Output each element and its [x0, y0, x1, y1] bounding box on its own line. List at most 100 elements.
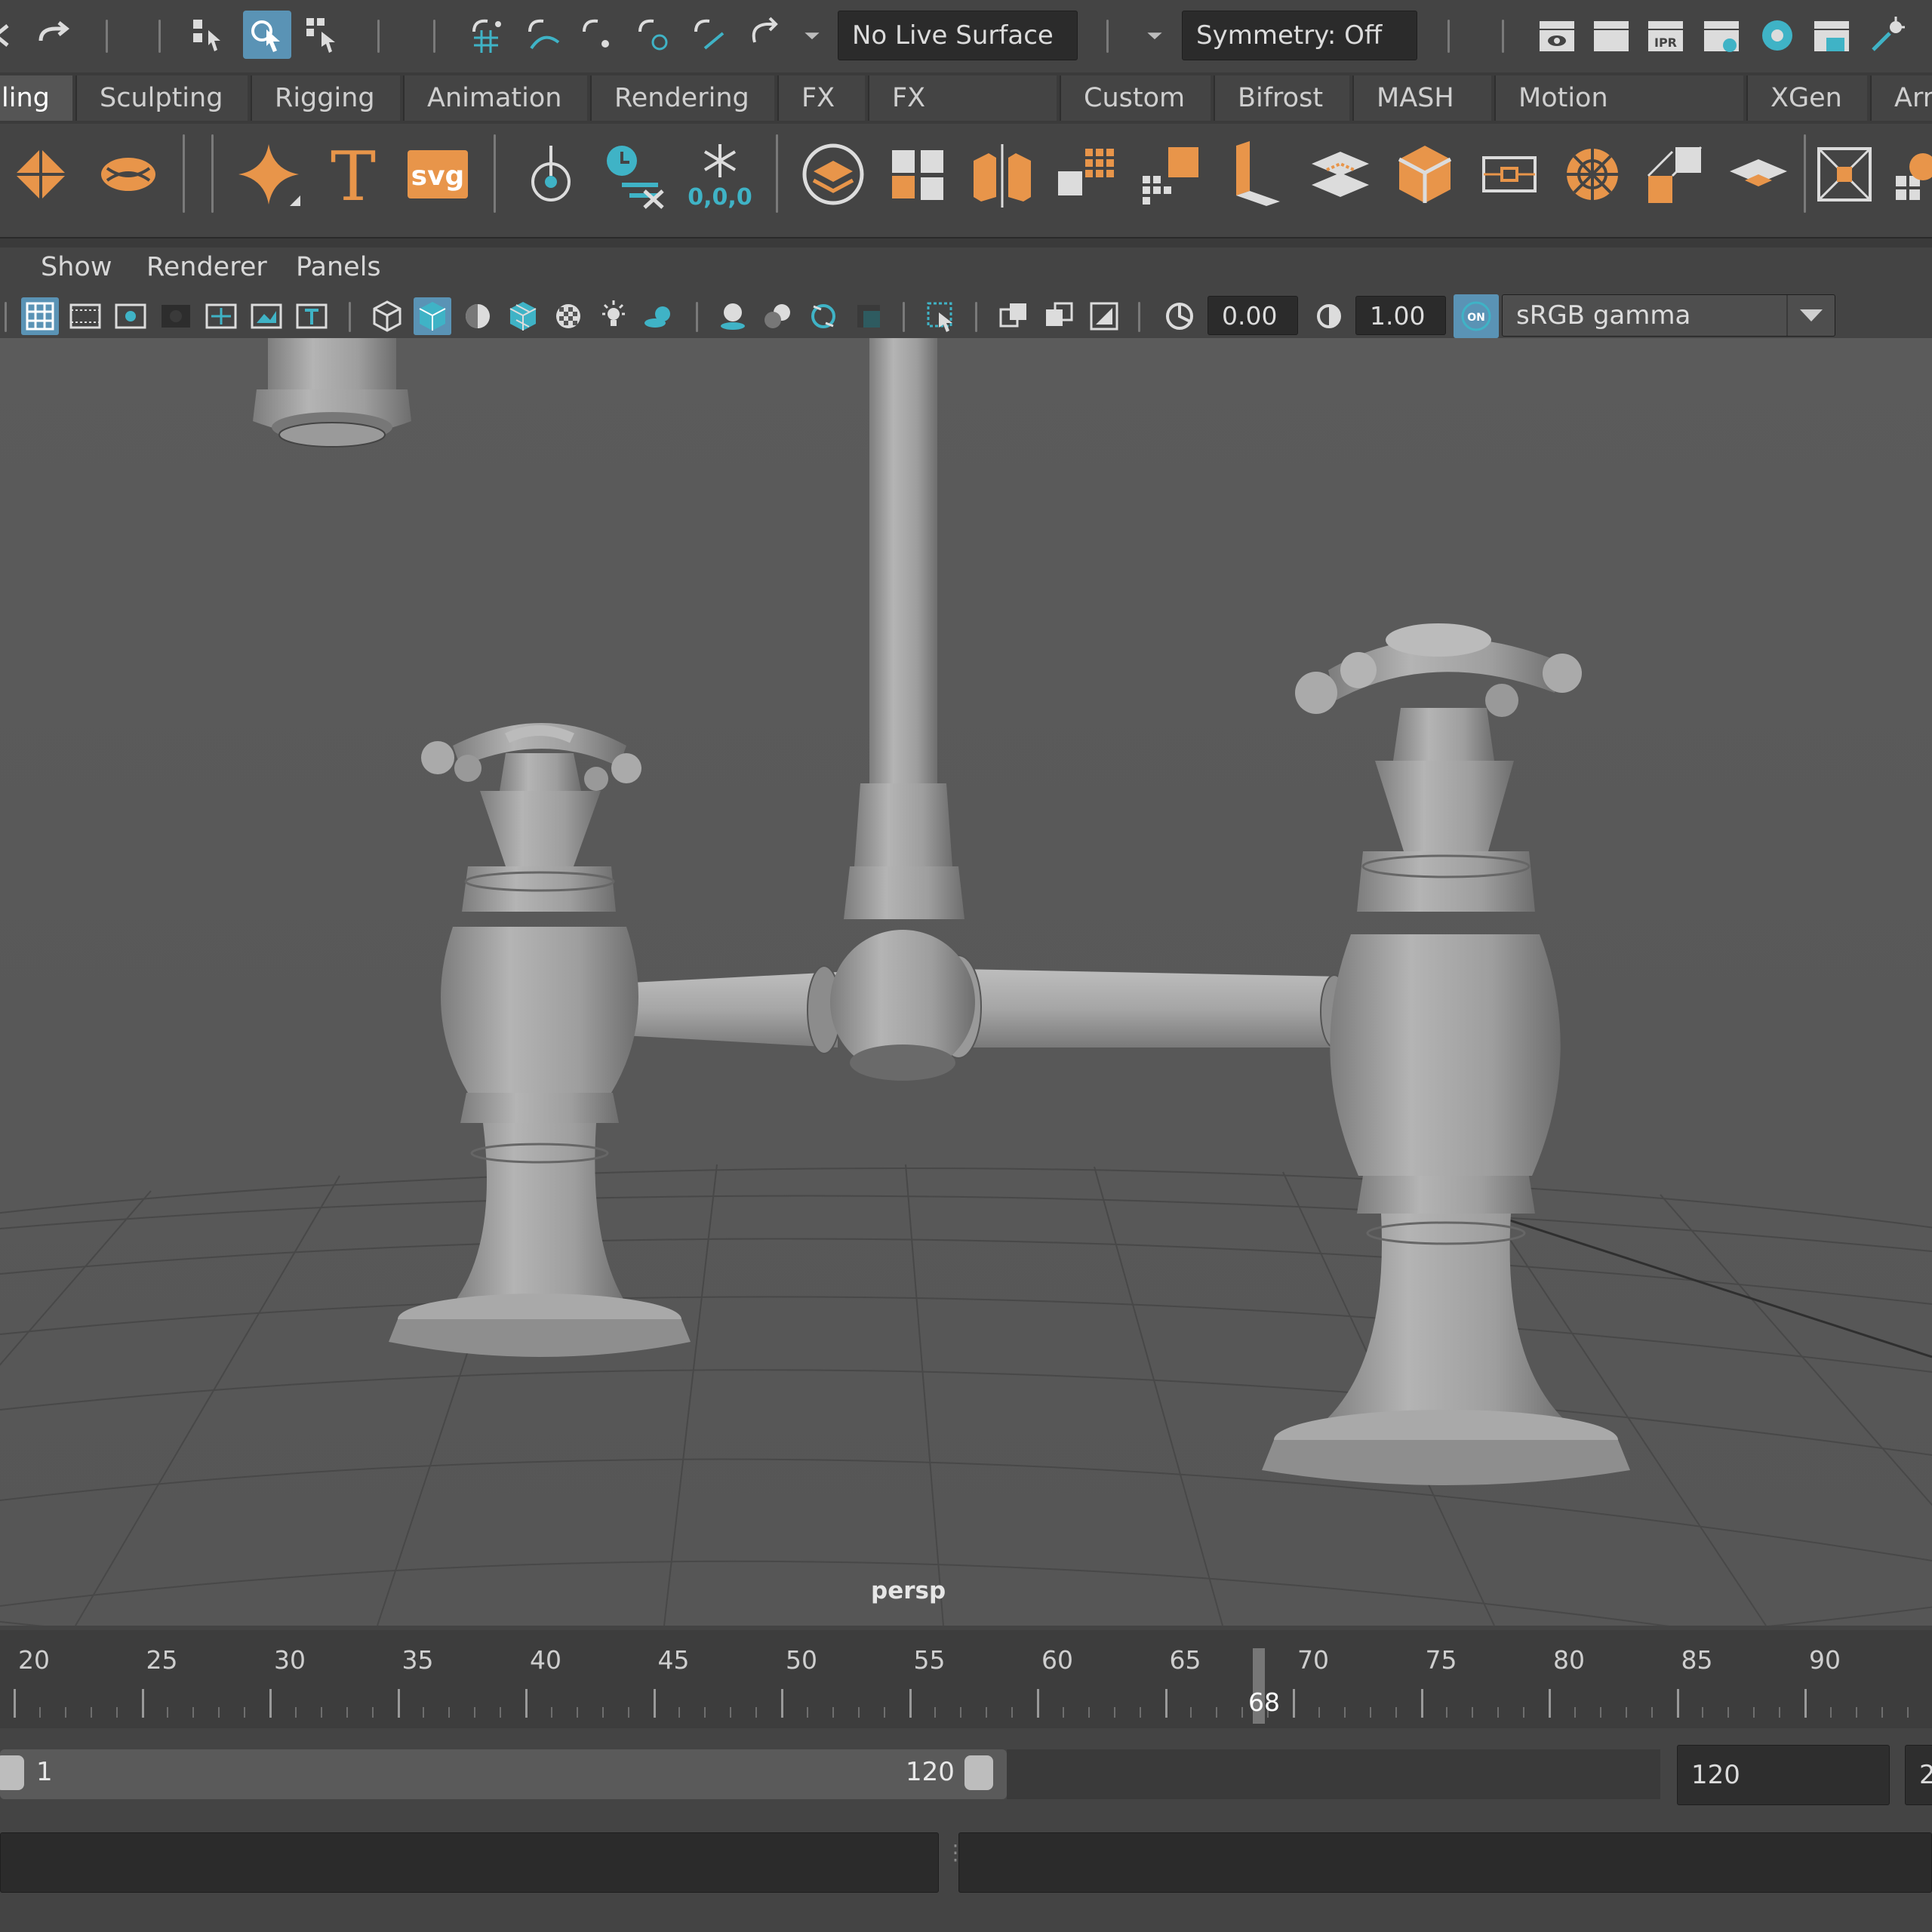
motion-blur-icon[interactable]: [759, 297, 797, 335]
viewport-persp[interactable]: persp: [0, 338, 1932, 1626]
bridge-icon[interactable]: [1303, 133, 1378, 216]
select-by-component-icon[interactable]: [303, 15, 344, 56]
combine-icon[interactable]: [795, 133, 871, 216]
live-surface-field[interactable]: No Live Surface: [838, 11, 1078, 60]
tab-mash[interactable]: MASH: [1352, 75, 1491, 121]
hypershade-icon[interactable]: [1757, 15, 1798, 56]
poly-disc-icon[interactable]: [91, 133, 166, 216]
exposure-icon[interactable]: [1161, 297, 1198, 335]
menu-panels[interactable]: Panels: [296, 252, 381, 282]
resolution-gate-icon[interactable]: [112, 297, 149, 335]
render-view-icon[interactable]: [1537, 15, 1577, 56]
freeze-transforms-icon[interactable]: 0,0,0: [682, 133, 758, 216]
mirror-icon[interactable]: [964, 133, 1040, 216]
poly-grid-icon[interactable]: [1887, 133, 1932, 216]
make-live-icon[interactable]: [1807, 133, 1882, 216]
wireframe-on-shaded-icon[interactable]: [504, 297, 542, 335]
tab-xgen[interactable]: XGen: [1746, 75, 1867, 121]
target-weld-icon[interactable]: [1636, 133, 1712, 216]
grid-icon[interactable]: [21, 297, 59, 335]
snap-grid-icon[interactable]: [468, 15, 509, 56]
timeline-minor-tick: [38, 1707, 41, 1718]
tab-animation[interactable]: Animation: [403, 75, 587, 121]
gamma-field[interactable]: 1.00: [1355, 296, 1446, 335]
type-star-icon[interactable]: [231, 133, 306, 216]
anti-aliasing-icon[interactable]: [804, 297, 842, 335]
command-splitter-icon[interactable]: ⋮: [945, 1842, 966, 1878]
snap-rotate-icon[interactable]: [744, 15, 785, 56]
symmetry-field[interactable]: Symmetry: Off: [1182, 11, 1417, 60]
tab-bifrost[interactable]: Bifrost: [1214, 75, 1349, 121]
gate-mask-icon[interactable]: [157, 297, 195, 335]
default-material-icon[interactable]: [459, 297, 497, 335]
undo-icon[interactable]: [0, 15, 26, 56]
film-gate-icon[interactable]: [66, 297, 104, 335]
isolate-select-icon[interactable]: [922, 297, 960, 335]
animation-end-field[interactable]: 120: [1677, 1745, 1890, 1805]
poly-diamond-icon[interactable]: [3, 133, 78, 216]
light-editor-icon[interactable]: [1867, 15, 1908, 56]
smooth-shade-icon[interactable]: [414, 297, 451, 335]
insert-edge-loop-icon[interactable]: [1472, 133, 1547, 216]
tab-motion-graphics[interactable]: Motion Graphics: [1494, 75, 1743, 158]
extrude-icon[interactable]: [1218, 133, 1294, 216]
delete-history-icon[interactable]: [598, 133, 673, 216]
select-by-hierarchy-icon[interactable]: [189, 15, 229, 56]
tab-rigging[interactable]: Rigging: [251, 75, 400, 121]
render-frame-icon[interactable]: [1591, 15, 1632, 56]
range-end-handle[interactable]: [964, 1755, 993, 1790]
gamma-icon[interactable]: [1310, 297, 1348, 335]
svg-text:svg: svg: [411, 161, 465, 192]
tab-modeling[interactable]: ling: [0, 75, 72, 121]
tab-arnold[interactable]: Arr: [1870, 75, 1932, 121]
range-slider-track[interactable]: [0, 1749, 1007, 1799]
shadows-icon[interactable]: [640, 297, 678, 335]
chevron-down-icon[interactable]: [797, 15, 827, 56]
snap-view-plane-icon[interactable]: [634, 15, 675, 56]
ambient-occlusion-icon[interactable]: [714, 297, 752, 335]
textured-icon[interactable]: [549, 297, 587, 335]
menu-show[interactable]: Show: [41, 252, 112, 282]
snap-point-icon[interactable]: [578, 15, 619, 56]
reduce-icon[interactable]: [1134, 133, 1209, 216]
exposure-field[interactable]: 0.00: [1208, 296, 1298, 335]
ipr-render-icon[interactable]: IPR: [1645, 15, 1686, 56]
separate-icon[interactable]: [880, 133, 955, 216]
bevel-icon[interactable]: [1387, 133, 1463, 216]
render-setup-icon[interactable]: [1811, 15, 1852, 56]
redo-icon[interactable]: [33, 15, 74, 56]
backface-culling-icon[interactable]: [1085, 297, 1123, 335]
timeline-tick: [781, 1689, 783, 1718]
command-input[interactable]: [0, 1832, 939, 1893]
menu-renderer[interactable]: Renderer: [146, 252, 267, 282]
snap-live-icon[interactable]: [690, 15, 731, 56]
tab-rendering[interactable]: Rendering: [590, 75, 774, 121]
select-by-object-icon[interactable]: [243, 11, 291, 59]
lighting-icon[interactable]: [595, 297, 632, 335]
tab-fx[interactable]: FX: [777, 75, 865, 121]
snap-curve-icon[interactable]: [524, 15, 565, 56]
color-space-dropdown[interactable]: sRGB gamma: [1502, 294, 1835, 337]
svg-tool-icon[interactable]: svg: [400, 133, 475, 216]
tab-fx-caching[interactable]: FX Caching: [868, 75, 1057, 158]
multi-cut-icon[interactable]: [1555, 133, 1630, 216]
field-chart-icon[interactable]: [202, 297, 240, 335]
render-settings-icon[interactable]: [1701, 15, 1742, 56]
tab-sculpting[interactable]: Sculpting: [75, 75, 248, 121]
chevron-down-icon[interactable]: [1140, 15, 1170, 56]
append-polygon-icon[interactable]: [1721, 133, 1796, 216]
depth-of-field-icon[interactable]: [850, 297, 888, 335]
safe-action-icon[interactable]: [248, 297, 285, 335]
svg-text:0,0,0: 0,0,0: [688, 184, 752, 211]
color-management-toggle[interactable]: ON: [1454, 294, 1499, 338]
text-tool-icon[interactable]: T: [315, 133, 391, 216]
smooth-icon[interactable]: [1049, 133, 1124, 216]
xray-joints-icon[interactable]: [1040, 297, 1078, 335]
playback-end-field[interactable]: 2: [1905, 1745, 1932, 1805]
center-pivot-icon[interactable]: [513, 133, 589, 216]
safe-title-icon[interactable]: [293, 297, 331, 335]
xray-icon[interactable]: [995, 297, 1032, 335]
wireframe-icon[interactable]: [368, 297, 406, 335]
range-start-handle[interactable]: [0, 1755, 24, 1790]
tab-custom[interactable]: Custom: [1060, 75, 1211, 121]
